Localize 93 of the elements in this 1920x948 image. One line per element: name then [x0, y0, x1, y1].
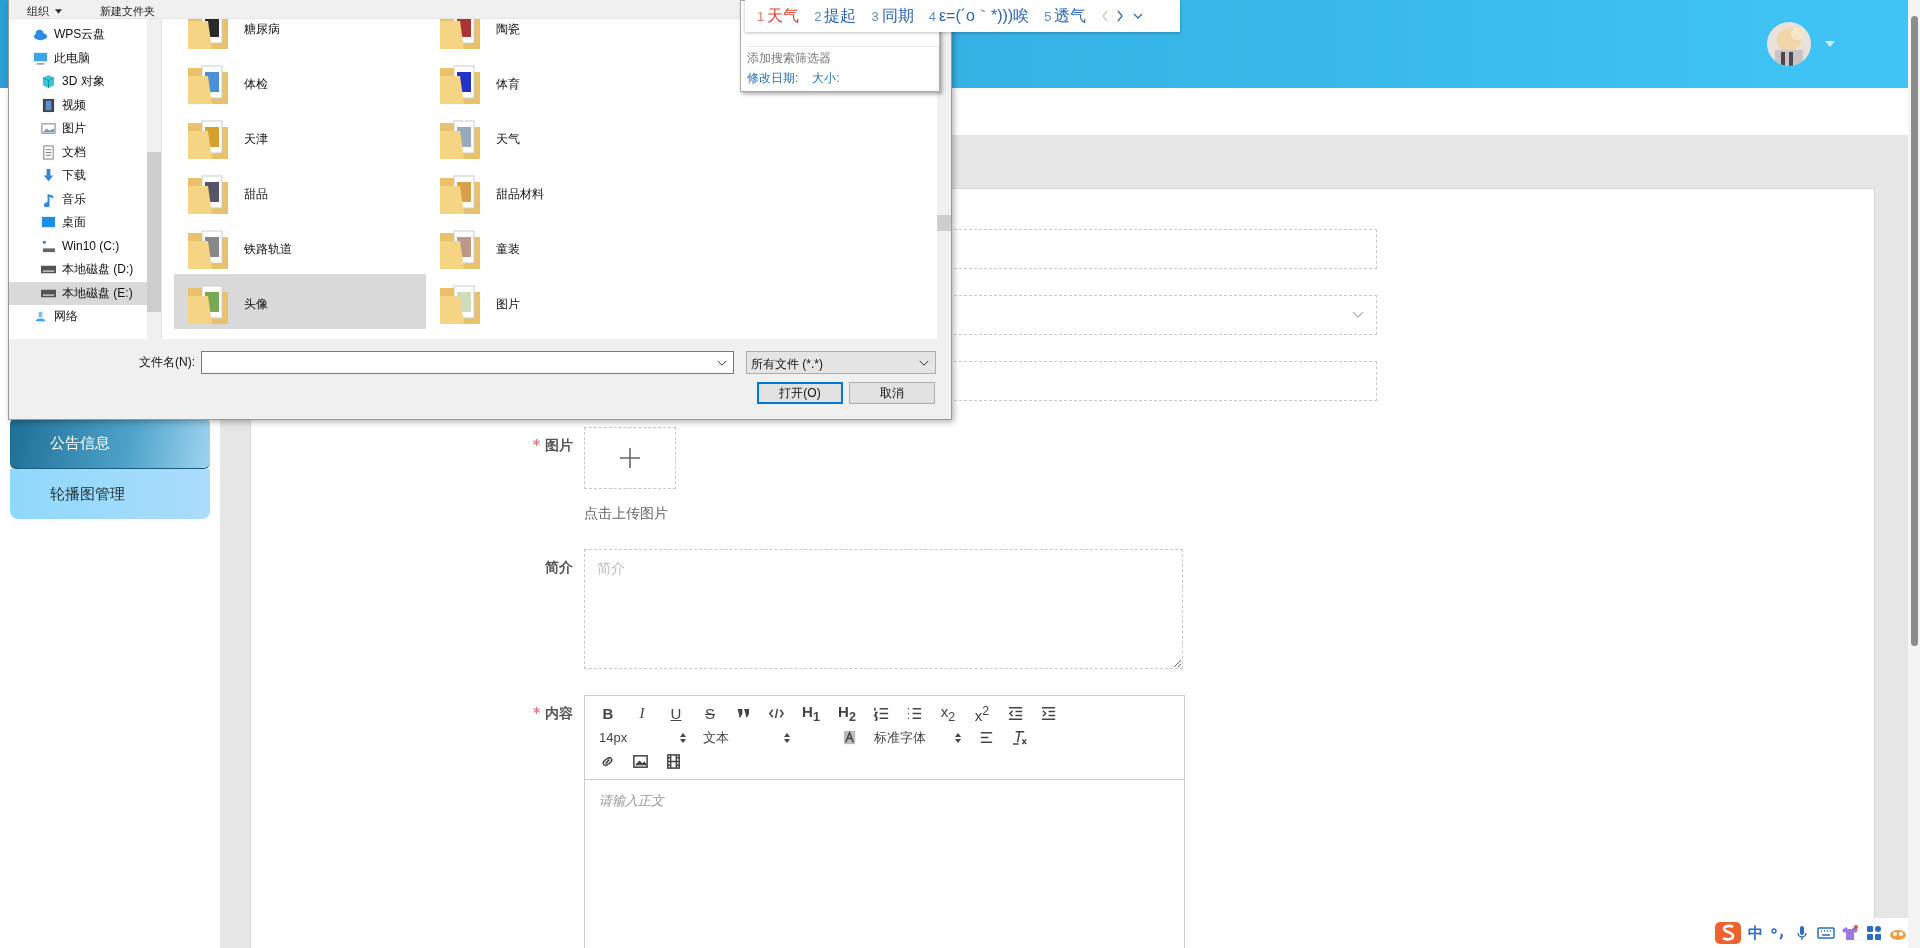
folder-item[interactable]: 天津	[174, 109, 426, 164]
music-icon	[41, 191, 56, 207]
format-button[interactable]: x$^{2}$	[973, 703, 991, 724]
caret-icon[interactable]	[55, 9, 62, 14]
sort-arrows-icon[interactable]	[679, 731, 687, 744]
format-button[interactable]: x$_{2}$	[939, 703, 957, 724]
nav-item[interactable]: 网络	[9, 305, 147, 329]
keyboard-icon[interactable]	[1817, 925, 1835, 941]
ime-candidate[interactable]: 3 同期	[871, 5, 914, 27]
editor-placeholder: 请输入正文	[599, 792, 664, 810]
folder-item[interactable]: 甜品	[174, 164, 426, 219]
field-label: 简介	[545, 559, 573, 577]
field-label: 内容	[533, 705, 573, 723]
ime-candidate[interactable]: 1 天气	[757, 5, 800, 27]
upload-hint: 点击上传图片	[584, 505, 669, 523]
required-icon	[533, 707, 540, 714]
required-icon	[533, 439, 540, 446]
sort-arrows-icon[interactable]	[954, 731, 962, 744]
ime-candidate[interactable]: 4 ε=(´ο｀*)))唉	[928, 5, 1030, 27]
nav-item[interactable]: 桌面	[9, 211, 147, 235]
nav-item[interactable]: 文档	[9, 140, 147, 164]
folder-item[interactable]: 体育	[426, 54, 678, 109]
sogou-logo-icon[interactable]	[1714, 921, 1742, 945]
indent-icon[interactable]	[1040, 705, 1057, 722]
shirt-icon[interactable]	[1841, 925, 1859, 941]
nav-item[interactable]: 视频	[9, 93, 147, 117]
video-icon[interactable]	[665, 753, 682, 770]
image-icon	[41, 121, 56, 137]
computer-icon	[33, 50, 48, 66]
bullet-list-icon[interactable]	[906, 705, 923, 722]
dialog-button[interactable]: 打开(O)	[757, 382, 843, 404]
film-icon	[41, 97, 56, 113]
system-drive-icon	[41, 238, 56, 254]
format-button[interactable]: U	[667, 705, 685, 722]
folder-item[interactable]: 铁路轨道	[174, 219, 426, 274]
dropdown-picker[interactable]: 文本	[703, 728, 791, 747]
folder-item[interactable]: 糖尿病	[174, 19, 426, 54]
nav-item[interactable]: 下载	[9, 164, 147, 188]
filter-link[interactable]: 修改日期:	[747, 70, 799, 87]
format-button[interactable]: B	[599, 705, 617, 722]
rich-text-editor[interactable]: B I U S H$_{1}$ H$_{2}$ x$_{2}$ x$^{2}$ 14px 文本 标准字体 请输入正文	[584, 695, 1185, 948]
nav-item[interactable]: 图片	[9, 117, 147, 141]
filename-field[interactable]	[201, 351, 734, 374]
folder-item[interactable]: 图片	[426, 274, 678, 329]
folder-item[interactable]: 体检	[174, 54, 426, 109]
dialog-button[interactable]: 取消	[849, 382, 935, 404]
nav-scrollbar[interactable]	[147, 19, 161, 339]
format-button[interactable]: H$_{1}$	[801, 703, 821, 724]
filename-label: 文件名(N):	[139, 354, 195, 371]
cloud-icon	[33, 27, 48, 43]
sidebar-item[interactable]: 公告信息	[10, 418, 210, 469]
page-scrollbar[interactable]	[1908, 0, 1920, 948]
ime-candidate[interactable]: 2 提起	[814, 5, 857, 27]
nav-item[interactable]: 此电脑	[9, 46, 147, 70]
folder-item[interactable]: 天气	[426, 109, 678, 164]
folder-item[interactable]: 陶瓷	[426, 19, 678, 54]
align-icon[interactable]	[978, 729, 995, 746]
input-mode[interactable]: 中	[1748, 923, 1763, 943]
nav-item[interactable]: 本地磁盘 (D:)	[9, 258, 147, 282]
grid-icon[interactable]	[1865, 925, 1883, 941]
toolbar-button[interactable]: 组织	[27, 5, 62, 18]
format-button[interactable]: H$_{2}$	[837, 703, 857, 724]
dropdown-picker[interactable]: 14px	[599, 730, 687, 745]
field-label: 图片	[533, 437, 573, 455]
filter-link[interactable]: 大小:	[812, 70, 840, 87]
sidebar-item[interactable]: 轮播图管理	[10, 469, 210, 519]
file-type-select[interactable]: 所有文件 (*.*)	[746, 351, 936, 374]
folder-item[interactable]: 童装	[426, 219, 678, 274]
chevron-down-icon[interactable]	[919, 360, 929, 367]
nav-item[interactable]: 本地磁盘 (E:)	[9, 281, 147, 305]
dropdown-heading: 添加搜索筛选器	[747, 46, 939, 67]
dropdown-picker[interactable]: 标准字体	[874, 728, 962, 747]
chevron-down-icon[interactable]	[717, 360, 727, 367]
folder-item[interactable]: 头像	[174, 274, 426, 329]
image-icon[interactable]	[632, 753, 649, 770]
plus-icon	[620, 448, 640, 468]
folder-item[interactable]: 甜品材料	[426, 164, 678, 219]
nav-item[interactable]: Win10 (C:)	[9, 234, 147, 258]
cube-icon	[41, 74, 56, 90]
format-button[interactable]: I	[633, 705, 651, 722]
sort-arrows-icon[interactable]	[783, 731, 791, 744]
nav-item[interactable]: 3D 对象	[9, 70, 147, 94]
ordered-list-icon[interactable]	[873, 705, 890, 722]
clean-icon[interactable]	[1011, 729, 1028, 746]
format-button[interactable]: S	[701, 705, 719, 722]
outdent-icon[interactable]	[1007, 705, 1024, 722]
toolbar-button[interactable]: 新建文件夹	[100, 5, 155, 18]
nav-item[interactable]: WPS云盘	[9, 23, 147, 47]
document-icon	[41, 144, 56, 160]
ime-candidate[interactable]: 5 透气	[1044, 5, 1087, 27]
background-color-icon[interactable]	[841, 729, 858, 746]
nav-item[interactable]: 音乐	[9, 187, 147, 211]
textarea-field[interactable]: 简介	[584, 549, 1183, 669]
